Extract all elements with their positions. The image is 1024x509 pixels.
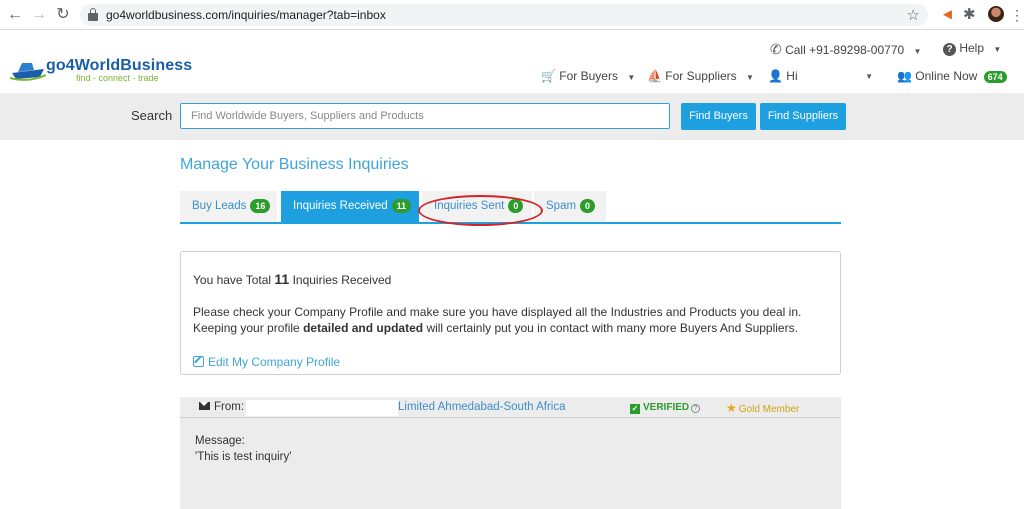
- tab-count-badge: 11: [391, 199, 412, 213]
- sender-company-link[interactable]: Limited Ahmedabad-South Africa: [398, 401, 566, 413]
- from-text: From:: [214, 401, 245, 413]
- redacted-sender-name: [246, 400, 398, 416]
- inquiry-message-card[interactable]: From: Limited Ahmedabad-South Africa ✓ VE…: [180, 397, 841, 509]
- browser-menu-icon[interactable]: ⋮: [1010, 6, 1024, 24]
- forward-arrow-icon[interactable]: →: [30, 6, 48, 24]
- advice-part-2: will certainly put you in contact with m…: [426, 321, 798, 335]
- search-label: Search: [131, 108, 173, 123]
- check-icon: ✓: [630, 404, 640, 414]
- cart-icon: 🛒: [541, 69, 556, 83]
- for-buyers-menu[interactable]: 🛒 For Buyers ▼: [541, 69, 635, 83]
- star-icon: ★: [726, 401, 737, 415]
- puzzle-extensions-icon[interactable]: ✱: [963, 6, 976, 24]
- total-suffix: Inquiries Received: [292, 273, 392, 287]
- site-logo[interactable]: go4WorldBusiness find - connect - trade: [10, 55, 192, 87]
- inquiry-summary-box: You have Total 11 Inquiries Received Ple…: [180, 251, 841, 375]
- ship-icon: ⛵: [647, 69, 662, 83]
- flame-extension-icon[interactable]: ◄: [940, 6, 955, 24]
- message-header: From: Limited Ahmedabad-South Africa ✓ VE…: [180, 397, 841, 418]
- back-arrow-icon[interactable]: ←: [6, 6, 24, 24]
- message-body: 'This is test inquiry': [195, 451, 292, 463]
- chevron-down-icon: ▼: [627, 73, 636, 82]
- for-suppliers-label: For Suppliers: [665, 69, 737, 83]
- lock-icon: [88, 8, 98, 21]
- help-menu[interactable]: ? Help ▼: [943, 41, 1001, 56]
- tab-buy-leads[interactable]: Buy Leads 16: [180, 191, 277, 222]
- online-label: Online Now: [915, 69, 978, 83]
- profile-avatar[interactable]: [988, 6, 1004, 22]
- for-buyers-label: For Buyers: [559, 69, 618, 83]
- users-icon: 👥: [897, 69, 912, 83]
- logo-tagline: find - connect - trade: [76, 73, 159, 83]
- tab-label: Inquiries Received: [293, 200, 388, 212]
- edit-company-profile-link[interactable]: Edit My Company Profile: [193, 355, 340, 369]
- tab-label: Spam: [546, 200, 577, 212]
- edit-link-label: Edit My Company Profile: [208, 355, 341, 369]
- help-label: Help: [959, 41, 985, 55]
- online-count-badge: 674: [983, 71, 1007, 83]
- total-prefix: You have Total: [193, 273, 272, 287]
- message-label: Message:: [195, 435, 245, 447]
- total-count: 11: [274, 271, 290, 287]
- chevron-down-icon: ▼: [913, 47, 922, 56]
- find-buyers-button[interactable]: Find Buyers: [681, 103, 756, 130]
- bookmark-star-icon[interactable]: ☆: [907, 6, 920, 24]
- tab-inquiries-received[interactable]: Inquiries Received 11: [281, 191, 419, 222]
- chevron-down-icon: ▼: [746, 73, 754, 82]
- url-text: go4worldbusiness.com/inquiries/manager?t…: [106, 8, 386, 22]
- verified-badge: ✓ VERIFIED?: [630, 402, 701, 414]
- verified-label: VERIFIED: [643, 402, 690, 413]
- call-text: Call +91-89298-00770: [785, 43, 905, 57]
- page-title: Manage Your Business Inquiries: [180, 156, 409, 173]
- chevron-down-icon: ▼: [993, 45, 1002, 54]
- total-inquiries-text: You have Total 11 Inquiries Received: [193, 271, 391, 287]
- profile-advice-text: Please check your Company Profile and ma…: [193, 304, 823, 336]
- tab-count-badge: 16: [250, 199, 271, 213]
- user-icon: 👤: [768, 69, 783, 83]
- tab-spam[interactable]: Spam 0: [534, 191, 606, 222]
- browser-toolbar: ← → ↻ go4worldbusiness.com/inquiries/man…: [0, 0, 1024, 30]
- question-icon[interactable]: ?: [691, 404, 701, 413]
- member-label: Gold Member: [738, 404, 800, 415]
- tab-label: Buy Leads: [192, 200, 247, 212]
- ship-logo-icon: [10, 63, 46, 81]
- user-menu[interactable]: 👤 Hi ▼: [768, 69, 873, 83]
- reload-icon[interactable]: ↻: [54, 6, 72, 24]
- from-label: From:: [199, 401, 244, 413]
- online-now[interactable]: 👥 Online Now 674: [897, 69, 1007, 83]
- advice-bold: detailed and updated: [303, 321, 424, 335]
- find-suppliers-button[interactable]: Find Suppliers: [760, 103, 846, 130]
- search-input[interactable]: [180, 103, 670, 129]
- question-icon: ?: [943, 43, 956, 56]
- red-circle-annotation: [418, 195, 543, 226]
- edit-icon: [193, 356, 204, 367]
- gold-member-badge: ★ Gold Member: [726, 401, 799, 415]
- search-bar: Search Find Buyers Find Suppliers: [0, 93, 1024, 140]
- call-link[interactable]: ✆ Call +91-89298-00770 ▼: [770, 41, 921, 58]
- for-suppliers-menu[interactable]: ⛵ For Suppliers ▼: [647, 69, 754, 83]
- phone-icon: ✆: [770, 41, 782, 57]
- address-bar[interactable]: go4worldbusiness.com/inquiries/manager?t…: [80, 4, 928, 26]
- tab-count-badge: 0: [580, 199, 596, 213]
- user-greeting: Hi: [786, 69, 798, 83]
- envelope-icon: [199, 402, 210, 410]
- chevron-down-icon: ▼: [865, 72, 873, 81]
